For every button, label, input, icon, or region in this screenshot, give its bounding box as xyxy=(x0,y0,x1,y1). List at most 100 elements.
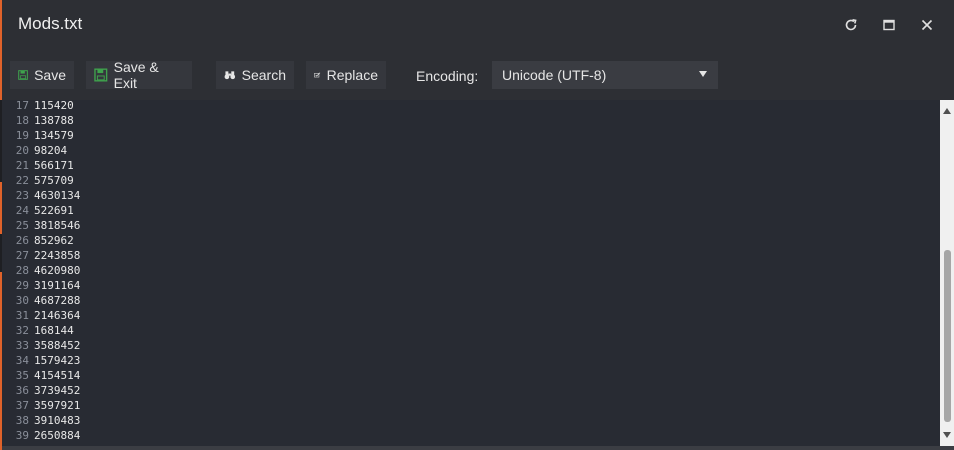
encoding-select[interactable]: Unicode (UTF-8) xyxy=(492,61,718,89)
line-text: 4630134 xyxy=(34,189,81,202)
line-text: 575709 xyxy=(34,174,74,187)
editor-line: 33 3588452 xyxy=(2,338,81,353)
replace-label: Replace xyxy=(326,67,378,83)
line-text: 522691 xyxy=(34,204,74,217)
line-number: 24 xyxy=(15,204,29,217)
search-button[interactable]: Search xyxy=(216,61,294,89)
scroll-up-icon[interactable] xyxy=(943,108,951,114)
editor-line: 37 3597921 xyxy=(2,398,81,413)
line-number: 22 xyxy=(15,174,29,187)
line-text: 3597921 xyxy=(34,399,81,412)
editor-line: 34 1579423 xyxy=(2,353,81,368)
line-number: 39 xyxy=(15,429,29,442)
close-button[interactable] xyxy=(915,13,939,37)
editor-line: 24 522691 xyxy=(2,203,74,218)
editor-line: 19 134579 xyxy=(2,128,74,143)
line-text: 3818546 xyxy=(34,219,81,232)
editor-line: 31 2146364 xyxy=(2,308,81,323)
line-number: 26 xyxy=(15,234,29,247)
line-number: 23 xyxy=(15,189,29,202)
editor-line: 38 3910483 xyxy=(2,413,81,428)
line-text: 2243858 xyxy=(34,249,81,262)
refresh-button[interactable] xyxy=(839,13,863,37)
line-text: 168144 xyxy=(34,324,74,337)
line-number: 18 xyxy=(15,114,29,127)
line-number: 21 xyxy=(15,159,29,172)
line-text: 4687288 xyxy=(34,294,81,307)
title-bar: Mods.txt xyxy=(2,0,954,50)
window-title: Mods.txt xyxy=(18,14,83,33)
search-label: Search xyxy=(241,67,286,83)
maximize-icon xyxy=(883,19,895,31)
editor-line: 22 575709 xyxy=(2,173,74,188)
scrollbar-thumb[interactable] xyxy=(944,250,951,422)
line-text: 4154514 xyxy=(34,369,81,382)
chevron-down-icon xyxy=(699,71,707,77)
editor-line: 30 4687288 xyxy=(2,293,81,308)
line-number: 20 xyxy=(15,144,29,157)
close-icon xyxy=(921,19,933,31)
line-text: 138788 xyxy=(34,114,74,127)
editor-line: 36 3739452 xyxy=(2,383,81,398)
editor-line: 27 2243858 xyxy=(2,248,81,263)
line-number: 33 xyxy=(15,339,29,352)
refresh-icon xyxy=(845,19,857,31)
line-text: 3588452 xyxy=(34,339,81,352)
line-number: 37 xyxy=(15,399,29,412)
replace-button[interactable]: Replace xyxy=(306,61,386,89)
editor-line: 28 4620980 xyxy=(2,263,81,278)
maximize-button[interactable] xyxy=(877,13,901,37)
line-number: 29 xyxy=(15,279,29,292)
line-text: 3739452 xyxy=(34,384,81,397)
line-text: 4620980 xyxy=(34,264,81,277)
line-number: 36 xyxy=(15,384,29,397)
bottom-edge xyxy=(2,446,954,450)
encoding-value: Unicode (UTF-8) xyxy=(502,67,607,83)
editor-line: 21 566171 xyxy=(2,158,74,173)
line-number: 25 xyxy=(15,219,29,232)
editor-line: 23 4630134 xyxy=(2,188,81,203)
line-number: 28 xyxy=(15,264,29,277)
line-text: 115420 xyxy=(34,100,74,112)
editor-line: 35 4154514 xyxy=(2,368,81,383)
line-number: 35 xyxy=(15,369,29,382)
line-text: 2146364 xyxy=(34,309,81,322)
scroll-down-icon[interactable] xyxy=(943,432,951,438)
save-exit-label: Save & Exit xyxy=(113,59,159,91)
editor-line: 39 2650884 xyxy=(2,428,81,443)
line-text: 2650884 xyxy=(34,429,81,442)
line-text: 98204 xyxy=(34,144,68,157)
line-number: 30 xyxy=(15,294,29,307)
line-text: 3191164 xyxy=(34,279,81,292)
line-number: 34 xyxy=(15,354,29,367)
save-button[interactable]: Save xyxy=(10,61,74,89)
line-number: 31 xyxy=(15,309,29,322)
editor-line: 17 115420 xyxy=(2,100,74,113)
line-number: 17 xyxy=(15,100,29,112)
text-editor[interactable]: 17 115420 18 138788 19 134579 20 98204 21 566171 2… xyxy=(2,100,940,446)
line-text: 3910483 xyxy=(34,414,81,427)
editor-line: 20 98204 xyxy=(2,143,67,158)
floppy-disk-icon xyxy=(18,70,28,80)
line-text: 566171 xyxy=(34,159,74,172)
save-label: Save xyxy=(34,67,66,83)
line-text: 852962 xyxy=(34,234,74,247)
binoculars-icon xyxy=(224,71,236,80)
line-number: 19 xyxy=(15,129,29,142)
toolbar: Save Save & Exit Search Replace Encoding… xyxy=(2,50,954,100)
save-exit-button[interactable]: Save & Exit xyxy=(86,59,192,91)
editor-line: 29 3191164 xyxy=(2,278,81,293)
editor-line: 26 852962 xyxy=(2,233,74,248)
replace-icon xyxy=(314,72,321,78)
vertical-scrollbar[interactable] xyxy=(940,100,954,446)
floppy-disk-icon xyxy=(94,68,108,82)
line-text: 134579 xyxy=(34,129,74,142)
line-number: 38 xyxy=(15,414,29,427)
line-number: 27 xyxy=(15,249,29,262)
line-number: 32 xyxy=(15,324,29,337)
editor-line: 18 138788 xyxy=(2,113,74,128)
encoding-label: Encoding: xyxy=(416,68,479,84)
editor-line: 32 168144 xyxy=(2,323,74,338)
editor-line: 25 3818546 xyxy=(2,218,81,233)
line-text: 1579423 xyxy=(34,354,81,367)
